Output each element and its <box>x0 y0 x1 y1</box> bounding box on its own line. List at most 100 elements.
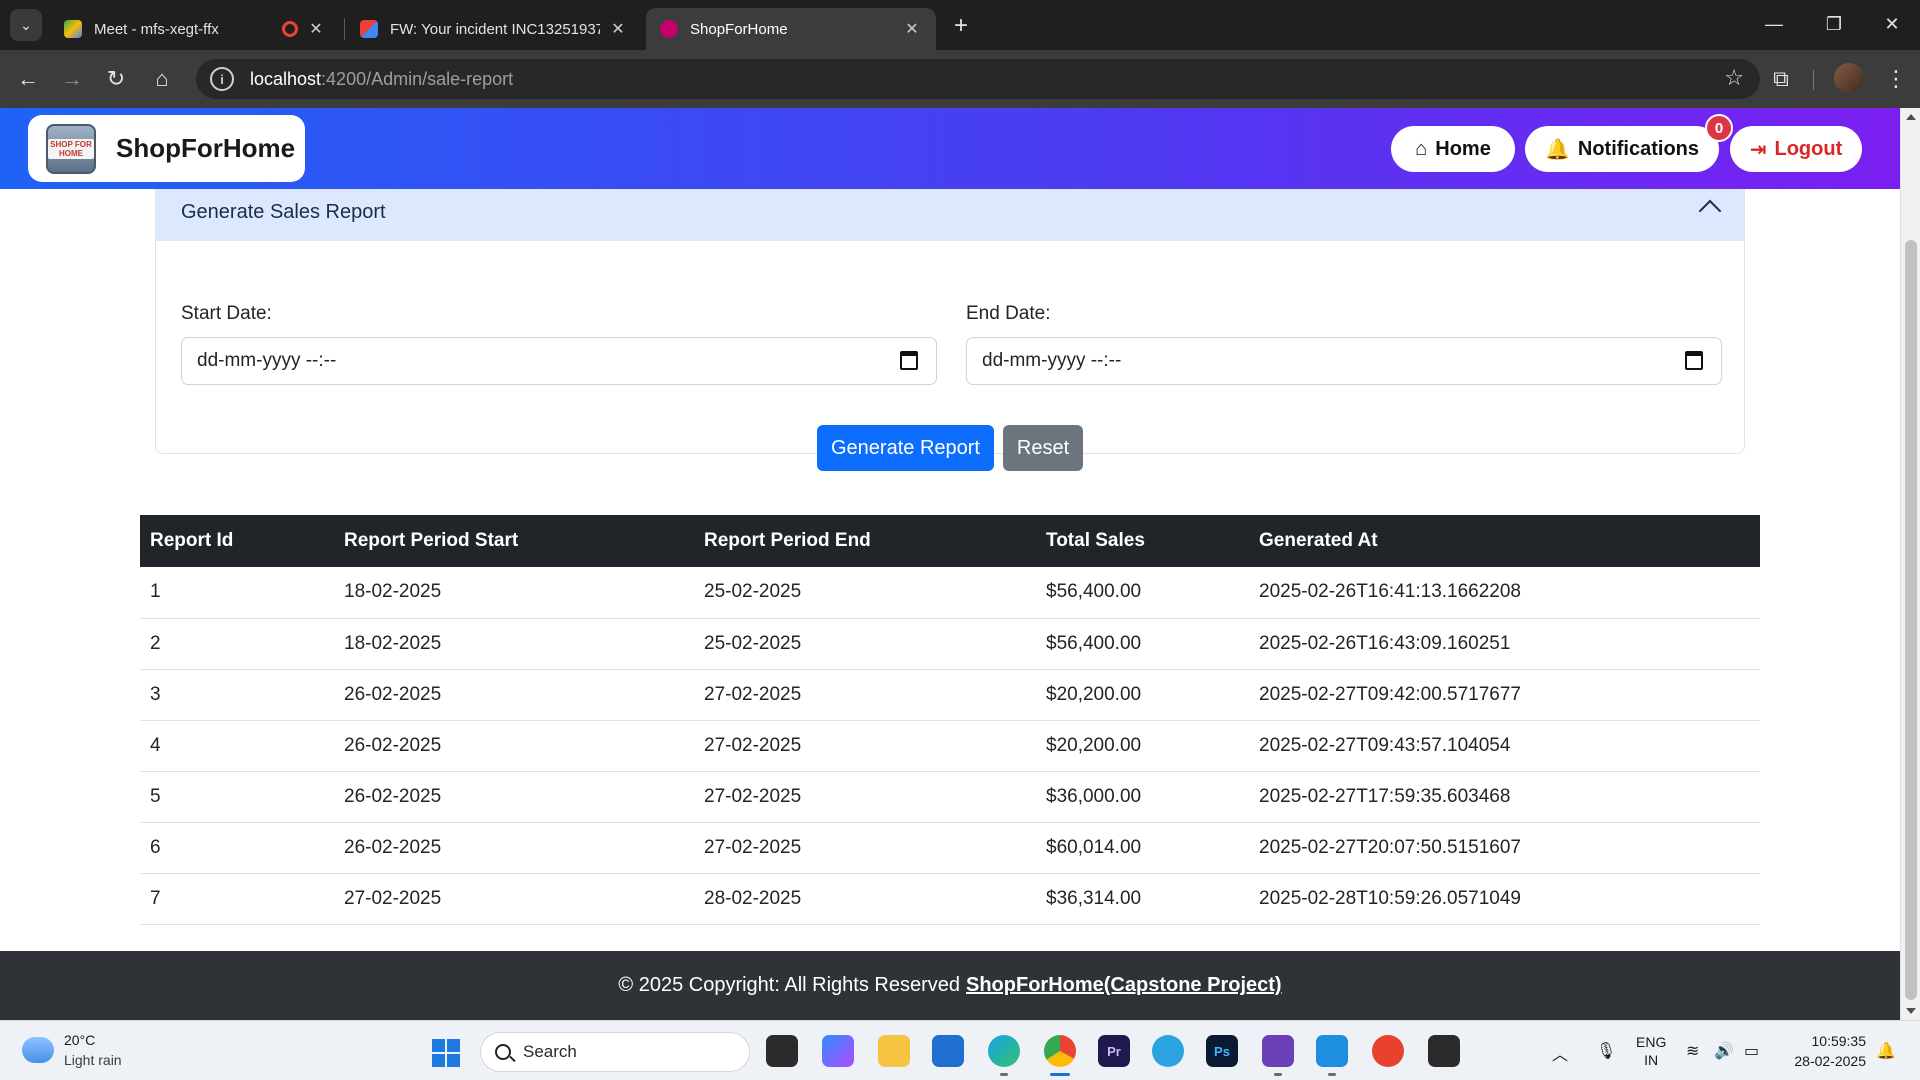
reload-button[interactable]: ↻ <box>100 63 132 95</box>
start-button[interactable] <box>432 1039 460 1067</box>
minimize-button[interactable]: — <box>1754 8 1794 40</box>
taskbar-search[interactable]: Search <box>480 1032 750 1072</box>
scroll-up-arrow-icon[interactable] <box>1906 114 1916 120</box>
period-start-cell: 26-02-2025 <box>334 669 694 721</box>
extensions-button[interactable]: ⧉ <box>1765 63 1797 95</box>
calendar-icon[interactable] <box>1685 351 1703 370</box>
copilot-icon[interactable] <box>822 1035 854 1067</box>
report-id-cell: 2 <box>140 618 334 670</box>
sales-report-table: Report Id Report Period Start Report Per… <box>140 515 1760 925</box>
generated-at-cell: 2025-02-27T09:43:57.104054 <box>1249 720 1760 772</box>
calendar-icon[interactable] <box>900 351 918 370</box>
logo-text: SHOP FOR HOME <box>48 138 94 159</box>
microphone-icon[interactable]: 🎙 <box>1596 1041 1616 1061</box>
info-icon[interactable]: i <box>210 67 234 91</box>
bookmark-star-icon[interactable]: ☆ <box>1724 65 1744 91</box>
url-text[interactable]: localhost:4200/Admin/sale-report <box>250 69 513 90</box>
task-view-icon[interactable] <box>766 1035 798 1067</box>
table-row: 4 26-02-2025 27-02-2025 $20,200.00 2025-… <box>140 720 1760 772</box>
close-window-button[interactable]: ✕ <box>1872 8 1912 40</box>
weather-temperature[interactable]: 20°C <box>64 1032 95 1048</box>
footer-link[interactable]: ShopForHome(Capstone Project) <box>966 974 1282 997</box>
file-explorer-icon[interactable] <box>878 1035 910 1067</box>
tab-search-button[interactable]: ⌄ <box>10 9 42 41</box>
close-icon[interactable]: ✕ <box>902 19 922 39</box>
total-sales-cell: $36,000.00 <box>1036 771 1249 823</box>
generated-at-cell: 2025-02-27T17:59:35.603468 <box>1249 771 1760 823</box>
profile-avatar[interactable] <box>1834 63 1864 93</box>
total-sales-cell: $60,014.00 <box>1036 822 1249 874</box>
period-start-cell: 18-02-2025 <box>334 567 694 619</box>
browser-tab-strip: ⌄ Meet - mfs-xegt-ffx ✕ FW: Your inciden… <box>0 0 1920 50</box>
language-code: ENG <box>1636 1034 1667 1050</box>
weather-cloud-icon[interactable] <box>22 1037 54 1063</box>
vscode-icon[interactable] <box>1316 1035 1348 1067</box>
table-row: 5 26-02-2025 27-02-2025 $36,000.00 2025-… <box>140 771 1760 823</box>
scrollbar-thumb[interactable] <box>1905 240 1917 1000</box>
total-sales-cell: $36,314.00 <box>1036 873 1249 925</box>
notifications-button[interactable]: 🔔 Notifications <box>1525 126 1719 172</box>
start-date-input[interactable]: dd-mm-yyyy --:-- <box>181 337 937 385</box>
brand[interactable]: SHOP FOR HOME ShopForHome <box>28 115 305 182</box>
column-header: Report Period End <box>694 515 1036 567</box>
photoshop-icon[interactable]: Ps <box>1206 1035 1238 1067</box>
house-icon: ⌂ <box>155 66 169 91</box>
generate-report-button[interactable]: Generate Report <box>817 425 994 471</box>
minimize-icon: — <box>1765 13 1783 34</box>
premiere-pro-icon[interactable]: Pr <box>1098 1035 1130 1067</box>
home-button[interactable]: ⌂ Home <box>1391 126 1515 172</box>
back-button[interactable]: ← <box>12 63 44 95</box>
page-viewport: Generate Sales Report Start Date: dd-mm-… <box>0 108 1900 1020</box>
notifications-label: Notifications <box>1577 137 1700 160</box>
tab-meet[interactable]: Meet - mfs-xegt-ffx ✕ <box>50 8 340 50</box>
page-scrollbar[interactable] <box>1900 108 1920 1020</box>
chevron-up-icon[interactable] <box>1698 199 1722 223</box>
telegram-icon[interactable] <box>1152 1035 1184 1067</box>
period-end-cell: 27-02-2025 <box>694 669 1036 721</box>
wps-office-icon[interactable] <box>1372 1035 1404 1067</box>
show-hidden-icons-chevron-icon[interactable]: ︿ <box>1552 1041 1568 1065</box>
weather-description[interactable]: Light rain <box>64 1052 122 1068</box>
forward-button[interactable]: → <box>56 63 88 95</box>
battery-icon[interactable]: ▭ <box>1744 1041 1759 1061</box>
address-bar[interactable]: i localhost:4200/Admin/sale-report ☆ <box>196 59 1760 99</box>
chrome-browser-icon[interactable] <box>1044 1035 1076 1067</box>
end-date-input[interactable]: dd-mm-yyyy --:-- <box>966 337 1722 385</box>
arrow-right-icon: → <box>61 66 83 91</box>
close-icon[interactable]: ✕ <box>306 19 326 39</box>
volume-icon[interactable]: 🔊 <box>1714 1041 1734 1061</box>
taskbar-search-label: Search <box>523 1042 577 1061</box>
column-header: Report Period Start <box>334 515 694 567</box>
tab-shopforhome[interactable]: ShopForHome ✕ <box>646 8 936 50</box>
tab-gmail[interactable]: FW: Your incident INC13251937 ✕ <box>346 8 642 50</box>
visual-studio-icon[interactable] <box>1262 1035 1294 1067</box>
clock-date[interactable]: 28-02-2025 <box>1776 1053 1866 1069</box>
edge-browser-icon[interactable] <box>988 1035 1020 1067</box>
wifi-icon[interactable]: ≋ <box>1686 1041 1699 1061</box>
clock-time[interactable]: 10:59:35 <box>1776 1033 1867 1049</box>
close-icon[interactable]: ✕ <box>608 19 628 39</box>
period-start-cell: 27-02-2025 <box>334 873 694 925</box>
house-icon: ⌂ <box>1415 137 1428 160</box>
terminal-icon[interactable] <box>1428 1035 1460 1067</box>
microsoft-store-icon[interactable] <box>932 1035 964 1067</box>
tab-title: ShopForHome <box>690 20 788 38</box>
generated-at-cell: 2025-02-27T09:42:00.5717677 <box>1249 669 1760 721</box>
period-start-cell: 26-02-2025 <box>334 720 694 772</box>
close-icon: ✕ <box>1884 13 1900 34</box>
end-date-label: End Date: <box>966 303 1051 324</box>
reset-button[interactable]: Reset <box>1003 425 1083 471</box>
logout-button[interactable]: ⇥ Logout <box>1730 126 1862 172</box>
angular-favicon-icon <box>660 20 678 38</box>
home-browser-button[interactable]: ⌂ <box>146 63 178 95</box>
scroll-down-arrow-icon[interactable] <box>1906 1008 1916 1014</box>
notification-center-icon[interactable]: 🔔 <box>1876 1041 1896 1061</box>
generated-at-cell: 2025-02-26T16:43:09.160251 <box>1249 618 1760 670</box>
restore-button[interactable]: ❐ <box>1814 8 1854 40</box>
new-tab-button[interactable]: + <box>947 12 975 40</box>
input-language[interactable]: ENG IN <box>1636 1033 1666 1069</box>
copyright-text: © 2025 Copyright: All Rights Reserved <box>618 974 960 996</box>
tab-title: Meet - mfs-xegt-ffx <box>94 20 219 38</box>
period-end-cell: 27-02-2025 <box>694 822 1036 874</box>
browser-menu-button[interactable]: ⋮ <box>1880 63 1912 95</box>
